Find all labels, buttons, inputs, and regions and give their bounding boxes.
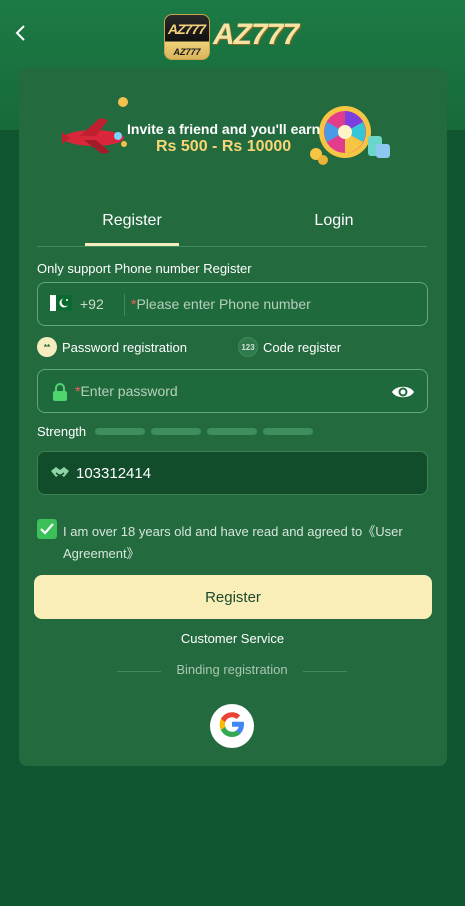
option-password-registration[interactable]: ** Password registration <box>37 337 187 357</box>
google-login-button[interactable] <box>210 704 254 748</box>
header: AZ777 AZ777 AZ777 <box>0 0 465 66</box>
option-password-label: Password registration <box>62 339 187 355</box>
field-separator <box>124 294 125 316</box>
agreement-text[interactable]: I am over 18 years old and have read and… <box>63 521 423 565</box>
back-button[interactable] <box>10 24 32 46</box>
invite-code-value[interactable]: 103312414 <box>76 465 151 482</box>
customer-service-link[interactable]: Customer Service <box>0 631 465 646</box>
logo-top-text: AZ777 <box>168 21 206 37</box>
auth-tabs: Register Login <box>37 200 427 248</box>
password-strength: Strength <box>37 424 428 439</box>
google-icon <box>217 709 247 744</box>
binding-registration: Binding registration <box>117 662 347 680</box>
password-placeholder-text: Enter password <box>80 383 178 399</box>
chevron-left-icon <box>14 24 28 47</box>
banner-amount: Rs 500 - Rs 10000 <box>156 138 292 155</box>
phone-input-placeholder[interactable]: *Please enter Phone number <box>131 296 311 312</box>
eye-icon[interactable] <box>391 382 415 407</box>
registration-options: ** Password registration 123 Code regist… <box>37 337 428 357</box>
strength-bar <box>95 428 145 435</box>
tab-register[interactable]: Register <box>85 212 179 230</box>
register-button[interactable]: Register <box>34 575 432 619</box>
binding-registration-label: Binding registration <box>176 662 288 677</box>
brand-logo-text: AZ777 <box>213 18 299 51</box>
agreement: I am over 18 years old and have read and… <box>37 518 428 562</box>
handshake-icon <box>50 465 70 486</box>
logo-bottom-text: AZ777 <box>173 47 201 57</box>
strength-label: Strength <box>37 424 87 439</box>
banner-title: Invite a friend and you'll earn <box>127 121 321 137</box>
app-logo-icon: AZ777 AZ777 <box>164 14 210 60</box>
strength-bar <box>207 428 257 435</box>
password-input-placeholder[interactable]: *Enter password <box>75 383 178 399</box>
number-123-icon: 123 <box>238 337 258 357</box>
strength-bar <box>151 428 201 435</box>
phone-field[interactable]: +92 *Please enter Phone number <box>37 282 428 326</box>
phone-placeholder-text: Please enter Phone number <box>136 296 311 312</box>
password-field[interactable]: *Enter password <box>37 369 428 413</box>
agree-checkbox[interactable] <box>37 519 57 539</box>
strength-bar <box>263 428 313 435</box>
option-code-register[interactable]: 123 Code register <box>238 337 341 357</box>
lock-icon <box>52 382 68 407</box>
option-code-label: Code register <box>263 339 342 355</box>
tab-login[interactable]: Login <box>287 212 381 230</box>
password-dots-icon: ** <box>37 337 57 357</box>
invite-code-field[interactable]: 103312414 <box>37 451 428 495</box>
support-label: Only support Phone number Register <box>37 261 252 276</box>
tab-divider <box>37 246 427 247</box>
pakistan-flag-icon <box>50 295 72 313</box>
country-code[interactable]: +92 <box>80 296 104 312</box>
